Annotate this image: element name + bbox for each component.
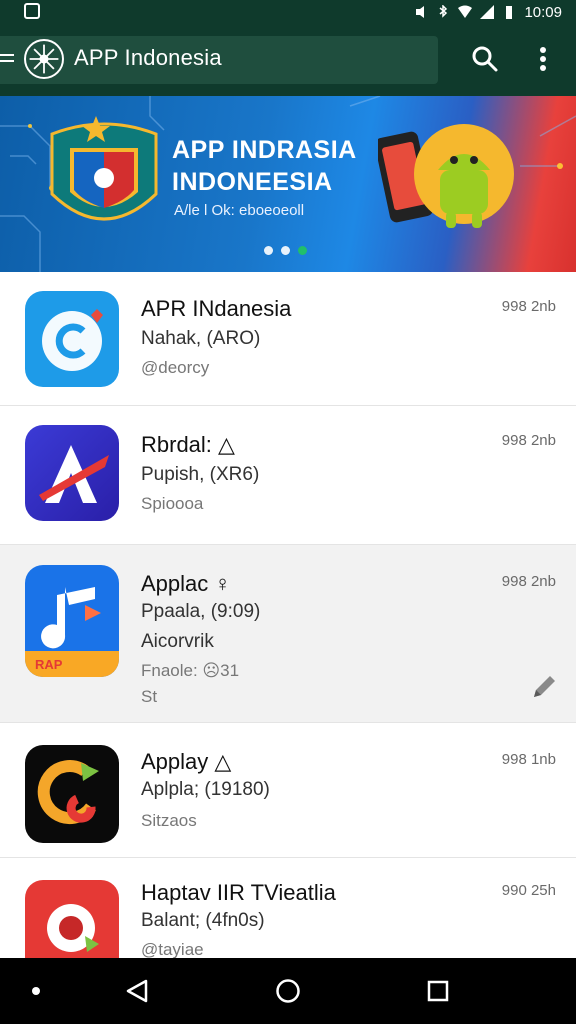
app-size: 990 25h bbox=[501, 882, 556, 899]
app-name: Applac ♀ bbox=[141, 571, 231, 596]
edit-pencil-icon[interactable] bbox=[530, 673, 558, 701]
nav-dot-indicator bbox=[32, 987, 40, 995]
list-item[interactable]: Haptav IIR TVieatlia Balant; (4fn0s) @ta… bbox=[0, 858, 576, 959]
list-item[interactable]: Rbrdal: △ Pupish, (XR6) Spioooa 998 2nb bbox=[0, 406, 576, 545]
app-developer: Pupish, (XR6) bbox=[141, 464, 260, 485]
system-nav-bar bbox=[0, 958, 576, 1024]
music-app-icon: RAP bbox=[25, 565, 119, 677]
status-bar: 10:09 bbox=[0, 0, 576, 24]
app-category: Sitzaos bbox=[141, 811, 197, 830]
app-developer: Aplpla; (19180) bbox=[141, 779, 270, 800]
svg-text:RAP: RAP bbox=[35, 657, 63, 672]
banner-subtitle: A/le l Ok: eboeoeoll bbox=[174, 202, 305, 219]
app-developer: Ppaala, (9:09) bbox=[141, 601, 261, 622]
list-item-selected[interactable]: RAP Applac ♀ Ppaala, (9:09) Aicorvrik Fn… bbox=[0, 545, 576, 723]
app-size: 998 1nb bbox=[501, 751, 556, 768]
android-robot-icon bbox=[378, 124, 514, 228]
compass-logo-icon bbox=[24, 39, 64, 79]
app-developer: Balant; (4fn0s) bbox=[141, 910, 265, 931]
more-vert-icon[interactable] bbox=[528, 44, 558, 74]
wifi-icon bbox=[458, 5, 473, 18]
app-developer: Nahak, (ARO) bbox=[141, 328, 261, 349]
record-app-icon bbox=[25, 880, 119, 958]
search-icon[interactable] bbox=[470, 44, 500, 74]
app-name: Rbrdal: △ bbox=[141, 432, 235, 457]
app-name: Applay △ bbox=[141, 749, 232, 774]
back-triangle-icon[interactable] bbox=[124, 978, 150, 1004]
clock: 10:09 bbox=[524, 3, 562, 21]
page-dot-active[interactable] bbox=[298, 246, 307, 255]
banner-page-indicator[interactable] bbox=[264, 246, 307, 255]
chat-app-icon bbox=[25, 291, 119, 387]
app-detail-extra: St bbox=[141, 687, 158, 706]
promo-banner[interactable]: APP INDRASIA INDONEESIA A/le l Ok: eboeo… bbox=[0, 96, 576, 272]
silent-icon bbox=[416, 6, 425, 18]
battery-icon bbox=[506, 6, 513, 19]
app-size: 998 2nb bbox=[501, 573, 556, 590]
recent-square-icon[interactable] bbox=[426, 979, 450, 1003]
home-circle-icon[interactable] bbox=[275, 978, 301, 1004]
menu-icon[interactable] bbox=[0, 48, 16, 72]
app-detail: Fnaole: ☹31 bbox=[141, 661, 240, 680]
app-size: 998 2nb bbox=[501, 298, 556, 315]
signal-icon bbox=[480, 5, 495, 19]
page-dot[interactable] bbox=[264, 246, 273, 255]
bluetooth-icon bbox=[439, 5, 448, 18]
notification-icon bbox=[24, 3, 40, 19]
page-dot[interactable] bbox=[281, 246, 290, 255]
crest-emblem bbox=[50, 116, 158, 221]
arrow-a-app-icon bbox=[25, 425, 119, 521]
swirl-app-icon bbox=[25, 745, 119, 843]
app-category: Spioooa bbox=[141, 494, 204, 513]
app-category: @deorcy bbox=[141, 358, 210, 377]
list-item[interactable]: Applay △ Aplpla; (19180) Sitzaos 998 1nb bbox=[0, 723, 576, 858]
app-category: @tayiae bbox=[141, 940, 204, 959]
app-title: APP Indonesia bbox=[74, 45, 222, 70]
app-name: APR INdanesia bbox=[141, 296, 292, 321]
app-name: Haptav IIR TVieatlia bbox=[141, 880, 336, 905]
app-bar: APP Indonesia bbox=[0, 24, 576, 96]
list-item[interactable]: APR INdanesia Nahak, (ARO) @deorcy 998 2… bbox=[0, 272, 576, 406]
app-size: 998 2nb bbox=[501, 432, 556, 449]
banner-title-line1: APP INDRASIA bbox=[172, 136, 357, 164]
app-category: Aicorvrik bbox=[141, 631, 214, 652]
banner-title-line2: INDONEESIA bbox=[172, 168, 333, 196]
